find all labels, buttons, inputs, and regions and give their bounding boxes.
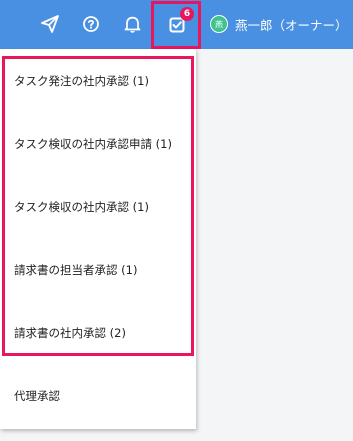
notification-badge: 6 [180,7,194,21]
approval-button[interactable]: 6 [151,1,201,49]
menu-item-task-order-approval[interactable]: タスク発注の社内承認 (1) [14,73,149,89]
user-name: 燕一郎（オーナー） [235,17,348,33]
menu-item-proxy-approval[interactable]: 代理承認 [14,388,60,404]
menu-item-invoice-internal-approval[interactable]: 請求書の社内承認 (2) [14,325,126,341]
menu-item-task-inspection-request[interactable]: タスク検収の社内承認申請 (1) [14,136,172,152]
paper-plane-icon[interactable] [39,13,61,35]
user-menu[interactable]: 燕 燕一郎（オーナー） [210,14,348,34]
avatar: 燕 [210,15,228,33]
help-icon[interactable] [80,13,102,35]
menu-item-invoice-manager-approval[interactable]: 請求書の担当者承認 (1) [14,262,137,278]
menu-item-task-inspection-approval[interactable]: タスク検収の社内承認 (1) [14,199,149,215]
approval-dropdown-menu: タスク発注の社内承認 (1) タスク検収の社内承認申請 (1) タスク検収の社内… [0,49,196,429]
bell-icon[interactable] [121,13,143,35]
top-header: 6 燕 燕一郎（オーナー） [0,0,353,49]
